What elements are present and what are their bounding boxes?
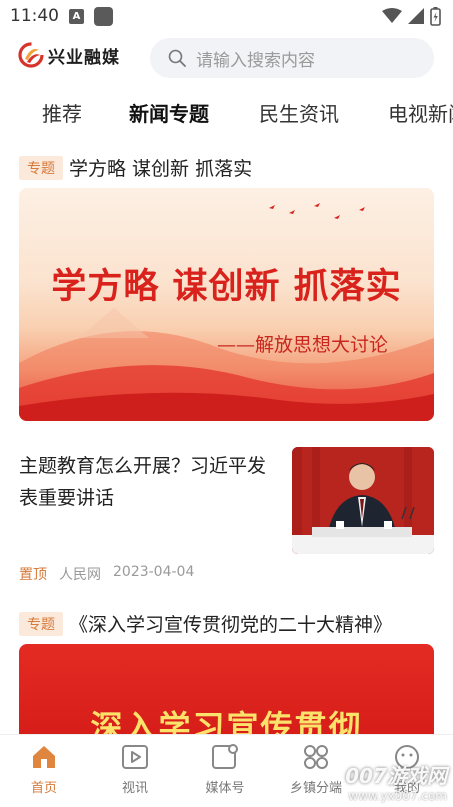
news-source: 人民网	[59, 567, 101, 583]
news-thumbnail[interactable]	[292, 447, 434, 554]
notification-a-icon: A	[69, 8, 84, 24]
battery-icon	[430, 6, 441, 26]
grid-icon	[304, 745, 328, 769]
tab-livelihood[interactable]: 民生资讯	[259, 98, 339, 127]
logo-text: 兴业融媒	[48, 47, 120, 68]
search-icon	[168, 49, 186, 67]
wifi-icon	[382, 8, 402, 23]
topic-banner[interactable]: 学方略 谋创新 抓落实 ——解放思想大讨论	[19, 188, 434, 421]
signal-icon	[408, 8, 424, 24]
video-icon	[122, 745, 148, 769]
nav-media-label: 媒体号	[205, 781, 245, 796]
topic-badge: 专题	[19, 155, 63, 180]
news-meta: 置顶 人民网 2023-04-04	[19, 564, 194, 584]
nav-video-label: 视讯	[121, 781, 148, 796]
search-input[interactable]: 请输入搜索内容	[150, 38, 434, 78]
topic-badge-2: 专题	[19, 611, 63, 636]
media-icon	[212, 744, 238, 769]
news-date: 2023-04-04	[113, 564, 195, 580]
nav-home-label: 首页	[30, 781, 57, 796]
pinned-label: 置顶	[19, 567, 47, 583]
banner-title: 学方略 谋创新 抓落实	[51, 266, 402, 307]
speaker-photo	[292, 447, 434, 554]
app-logo[interactable]: 兴业融媒	[18, 42, 120, 68]
nav-media[interactable]: 媒体号	[190, 743, 260, 796]
nav-towns-label: 乡镇分端	[289, 781, 342, 796]
nav-video[interactable]: 视讯	[100, 743, 170, 796]
search-placeholder: 请输入搜索内容	[196, 50, 315, 71]
tab-news-topics[interactable]: 新闻专题	[129, 98, 209, 127]
app-header: 兴业融媒 请输入搜索内容	[0, 36, 453, 80]
news-title[interactable]: 主题教育怎么开展？习近平发表重要讲话	[19, 450, 279, 514]
topic-banner-2[interactable]: 深入学习宣传贯彻	[19, 644, 434, 744]
category-tabs: 推荐 新闻专题 民生资讯 电视新闻	[0, 92, 453, 134]
status-time: 11:40	[10, 6, 59, 26]
tab-recommend[interactable]: 推荐	[42, 98, 82, 127]
topic-title-2: 《深入学习宣传贯彻党的二十大精神》	[69, 614, 393, 636]
nav-home[interactable]: 首页	[9, 743, 79, 796]
watermark-brand: 007游戏网	[345, 764, 447, 788]
status-bar: 11:40 A	[0, 0, 453, 32]
watermark-url: www.yx007.com	[348, 789, 447, 803]
notification-square-icon	[94, 6, 113, 26]
topic-header-2[interactable]: 专题 《深入学习宣传贯彻党的二十大精神》	[19, 610, 392, 637]
logo-icon	[18, 42, 44, 68]
banner-subtitle: ——解放思想大讨论	[216, 334, 388, 356]
nav-towns[interactable]: 乡镇分端	[281, 743, 351, 796]
home-icon	[33, 746, 55, 768]
tab-tv-news[interactable]: 电视新闻	[388, 98, 453, 127]
topic-header[interactable]: 专题 学方略 谋创新 抓落实	[19, 154, 252, 181]
topic-title: 学方略 谋创新 抓落实	[69, 158, 253, 180]
watermark: 007游戏网 www.yx007.com	[345, 760, 447, 803]
